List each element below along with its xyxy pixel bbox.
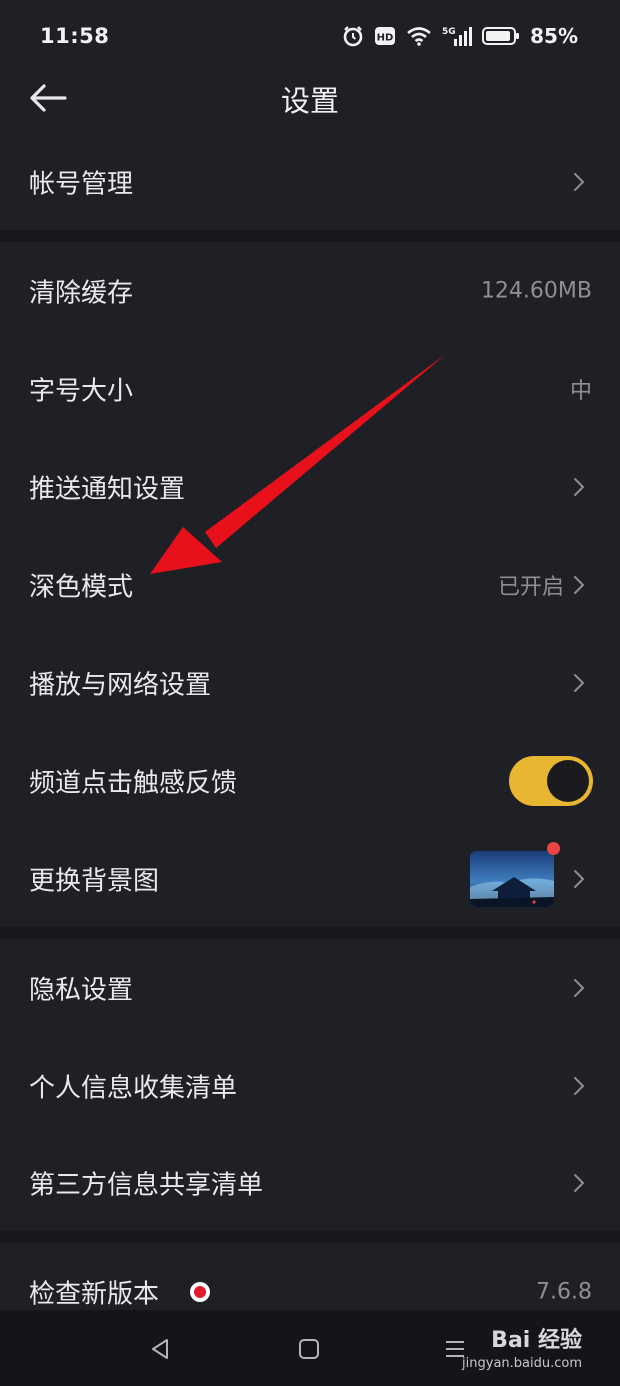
page-header: 设置 [0, 66, 620, 128]
setting-row-push[interactable]: 推送通知设置 [0, 438, 620, 536]
toggle-knob [547, 760, 589, 802]
settings-screen: 11:58 HD 5G 85% 设置 帐号管理 清除缓存 124.60MB 字号… [0, 0, 620, 1386]
setting-row-clear-cache[interactable]: 清除缓存 124.60MB [0, 242, 620, 340]
hd-badge-text: HD [377, 33, 394, 44]
setting-row-font-size[interactable]: 字号大小 中 [0, 340, 620, 438]
chevron-right-icon [574, 870, 585, 888]
setting-row-personal-info[interactable]: 个人信息收集清单 [0, 1037, 620, 1135]
font-size-label: 字号大小 [29, 376, 134, 407]
status-bar: 11:58 HD 5G 85% [0, 0, 620, 76]
cache-size-value: 124.60MB [480, 278, 592, 304]
setting-row-third-party[interactable]: 第三方信息共享清单 [0, 1134, 620, 1232]
dark-mode-value: 已开启 [497, 575, 564, 600]
setting-row-background[interactable]: 更换背景图 [0, 830, 620, 928]
setting-row-dark-mode[interactable]: 深色模式 已开启 [0, 536, 620, 634]
back-triangle-icon [152, 1339, 168, 1359]
chevron-right-icon [574, 173, 585, 191]
dark-mode-label: 深色模式 [29, 572, 134, 603]
update-badge [190, 1282, 210, 1302]
battery-percent: 85% [530, 24, 578, 48]
new-badge-dot [547, 842, 560, 855]
wifi-icon [406, 26, 432, 46]
chevron-right-icon [574, 674, 585, 692]
version-label: 检查新版本 [29, 1279, 160, 1310]
haptic-label: 频道点击触感反馈 [29, 768, 238, 799]
battery-icon [482, 26, 520, 46]
setting-row-haptic: 频道点击触感反馈 [0, 732, 620, 830]
background-thumbnail[interactable] [470, 851, 554, 907]
font-size-value: 中 [569, 379, 592, 404]
third-party-label: 第三方信息共享清单 [29, 1170, 264, 1201]
nav-back-button[interactable] [145, 1334, 175, 1364]
chevron-right-icon [574, 1077, 585, 1095]
account-label: 帐号管理 [29, 169, 134, 200]
hd-icon: HD [374, 26, 396, 46]
setting-row-account[interactable]: 帐号管理 [0, 133, 620, 231]
push-label: 推送通知设置 [29, 474, 186, 505]
page-title: 设置 [280, 84, 339, 118]
haptic-toggle[interactable] [509, 756, 593, 806]
section-divider [0, 230, 620, 242]
playback-label: 播放与网络设置 [29, 670, 212, 701]
network-label: 5G [442, 27, 456, 37]
privacy-label: 隐私设置 [29, 975, 134, 1006]
status-time: 11:58 [40, 24, 110, 48]
alarm-icon [342, 25, 364, 47]
status-icons: HD 5G 85% [342, 24, 578, 48]
clear-cache-label: 清除缓存 [29, 278, 134, 309]
setting-row-playback[interactable]: 播放与网络设置 [0, 634, 620, 732]
watermark-brand: Bai 经验 [491, 1328, 582, 1353]
setting-row-privacy[interactable]: 隐私设置 [0, 939, 620, 1037]
section-divider [0, 1231, 620, 1243]
section-divider [0, 927, 620, 939]
nav-home-button[interactable] [294, 1334, 324, 1364]
chevron-right-icon [574, 478, 585, 496]
chevron-right-icon [574, 576, 585, 594]
signal-5g-icon: 5G [442, 25, 473, 47]
home-square-icon [299, 1339, 319, 1359]
background-label: 更换背景图 [29, 866, 160, 897]
personal-info-label: 个人信息收集清单 [29, 1073, 238, 1104]
chevron-right-icon [574, 1174, 585, 1192]
baidu-jingyan-watermark: Bai 经验 jingyan.baidu.com [462, 1322, 582, 1371]
version-value: 7.6.8 [536, 1279, 592, 1305]
chevron-right-icon [574, 979, 585, 997]
watermark-url: jingyan.baidu.com [462, 1356, 582, 1371]
